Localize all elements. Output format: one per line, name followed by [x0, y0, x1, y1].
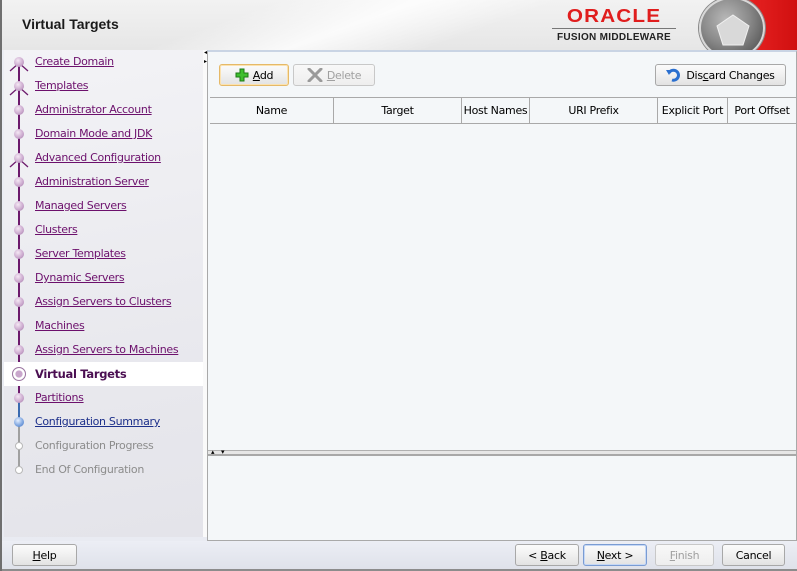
- nav-step-domain-mode-and-jdk[interactable]: Domain Mode and JDK: [4, 122, 203, 146]
- nav-step-create-domain[interactable]: Create Domain: [4, 50, 203, 74]
- cancel-button-label: Cancel: [735, 548, 772, 562]
- nav-step-server-templates[interactable]: Server Templates: [4, 242, 203, 266]
- footer-bar: Help < Back Next > Finish Cancel: [2, 541, 797, 571]
- step-status-dot-icon: [14, 153, 24, 163]
- nav-step-machines[interactable]: Machines: [4, 314, 203, 338]
- nav-step-advanced-configuration[interactable]: Advanced Configuration: [4, 146, 203, 170]
- nav-step-label[interactable]: Administration Server: [35, 175, 149, 188]
- column-header-port-offset[interactable]: Port Offset: [728, 98, 796, 123]
- nav-step-label[interactable]: Virtual Targets: [35, 367, 127, 381]
- column-header-host-names[interactable]: Host Names: [462, 98, 530, 123]
- step-status-dot-icon: [14, 249, 24, 259]
- step-status-dot-icon: [14, 105, 24, 115]
- delete-button[interactable]: Delete: [293, 64, 375, 86]
- nav-step-label[interactable]: Assign Servers to Clusters: [35, 295, 172, 308]
- nav-step-label: End Of Configuration: [35, 463, 145, 476]
- step-status-dot-icon: [14, 201, 24, 211]
- step-status-dot-icon: [14, 81, 24, 91]
- nav-step-label[interactable]: Clusters: [35, 223, 78, 236]
- nav-step-label[interactable]: Templates: [35, 79, 89, 92]
- nav-step-label[interactable]: Advanced Configuration: [35, 151, 161, 164]
- next-button-label: Next >: [596, 548, 634, 562]
- next-button[interactable]: Next >: [583, 544, 647, 566]
- column-header-explicit-port[interactable]: Explicit Port: [658, 98, 728, 123]
- expand-down-arrow-icon[interactable]: ▾: [221, 448, 225, 456]
- page-title: Virtual Targets: [22, 16, 119, 32]
- nav-step-label[interactable]: Partitions: [35, 391, 84, 404]
- step-status-dot-icon: [15, 466, 23, 474]
- column-header-name[interactable]: Name: [210, 98, 334, 123]
- discard-button-label: Discard Changes: [686, 68, 775, 82]
- plus-icon: [235, 68, 249, 82]
- nav-step-label[interactable]: Domain Mode and JDK: [35, 127, 152, 140]
- help-button[interactable]: Help: [12, 544, 77, 566]
- back-button[interactable]: < Back: [515, 544, 579, 566]
- nav-step-label[interactable]: Server Templates: [35, 247, 126, 260]
- nav-step-partitions[interactable]: Partitions: [4, 386, 203, 410]
- nav-step-label: Configuration Progress: [35, 439, 154, 452]
- step-status-dot-icon: [12, 367, 26, 381]
- finish-button[interactable]: Finish: [655, 544, 714, 566]
- column-header-target[interactable]: Target: [334, 98, 462, 123]
- nav-step-label[interactable]: Administrator Account: [35, 103, 152, 116]
- table-header: Name Target Host Names URI Prefix Explicit P…: [210, 98, 796, 124]
- nav-step-label[interactable]: Dynamic Servers: [35, 271, 125, 284]
- oracle-logo: ORACLE FUSION MIDDLEWARE: [550, 6, 678, 46]
- nav-step-administrator-account[interactable]: Administrator Account: [4, 98, 203, 122]
- step-status-dot-icon: [14, 225, 24, 235]
- delete-x-icon: [307, 68, 323, 82]
- nav-step-administration-server[interactable]: Administration Server: [4, 170, 203, 194]
- step-status-dot-icon: [14, 297, 24, 307]
- discard-changes-button[interactable]: Discard Changes: [655, 64, 786, 86]
- step-status-dot-icon: [14, 177, 24, 187]
- step-status-dot-icon: [14, 129, 24, 139]
- column-header-uri-prefix[interactable]: URI Prefix: [530, 98, 658, 123]
- step-status-dot-icon: [14, 57, 24, 67]
- back-button-label: < Back: [528, 548, 566, 562]
- brand-divider: [552, 28, 676, 29]
- nav-step-label[interactable]: Create Domain: [35, 55, 114, 68]
- detail-panel: [208, 456, 796, 540]
- step-status-dot-icon: [14, 321, 24, 331]
- content-panel: Add Delete Discard Changes Name Target Hos…: [207, 50, 797, 541]
- add-button[interactable]: Add: [219, 64, 289, 86]
- step-status-dot-icon: [14, 417, 24, 427]
- nav-step-assign-servers-to-machines[interactable]: Assign Servers to Machines: [4, 338, 203, 362]
- finish-button-label: Finish: [669, 548, 700, 562]
- nav-step-label[interactable]: Configuration Summary: [35, 415, 160, 428]
- nav-step-label[interactable]: Managed Servers: [35, 199, 127, 212]
- brand-name: ORACLE: [566, 6, 662, 26]
- nav-step-dynamic-servers[interactable]: Dynamic Servers: [4, 266, 203, 290]
- wizard-window: Virtual Targets ORACLE FUSION MIDDLEWARE…: [0, 0, 797, 571]
- nav-step-managed-servers[interactable]: Managed Servers: [4, 194, 203, 218]
- delete-button-label: Delete: [326, 68, 362, 82]
- step-status-dot-icon: [14, 273, 24, 283]
- nav-step-assign-servers-to-clusters[interactable]: Assign Servers to Clusters: [4, 290, 203, 314]
- nav-step-virtual-targets[interactable]: Virtual Targets: [4, 362, 203, 386]
- add-button-label: Add: [252, 68, 274, 82]
- brand-product: FUSION MIDDLEWARE: [557, 32, 671, 43]
- help-button-label: Help: [32, 548, 57, 562]
- header-banner: Virtual Targets ORACLE FUSION MIDDLEWARE: [2, 0, 797, 59]
- virtual-targets-table[interactable]: Name Target Host Names URI Prefix Explicit P…: [210, 97, 796, 450]
- table-body[interactable]: [210, 124, 796, 451]
- step-status-dot-icon: [14, 393, 24, 403]
- nav-step-configuration-summary[interactable]: Configuration Summary: [4, 410, 203, 434]
- undo-icon: [666, 68, 682, 82]
- collapse-up-arrow-icon[interactable]: ▴: [211, 448, 215, 456]
- nav-step-clusters[interactable]: Clusters: [4, 218, 203, 242]
- nav-step-label[interactable]: Assign Servers to Machines: [35, 343, 179, 356]
- nav-step-end-of-configuration: End Of Configuration: [4, 458, 203, 482]
- step-status-dot-icon: [15, 442, 23, 450]
- nav-step-label[interactable]: Machines: [35, 319, 85, 332]
- step-status-dot-icon: [14, 345, 24, 355]
- cancel-button[interactable]: Cancel: [722, 544, 785, 566]
- wizard-step-nav: Create Domain Templates Administrator Acco…: [4, 50, 203, 537]
- nav-step-configuration-progress: Configuration Progress: [4, 434, 203, 458]
- nav-step-templates[interactable]: Templates: [4, 74, 203, 98]
